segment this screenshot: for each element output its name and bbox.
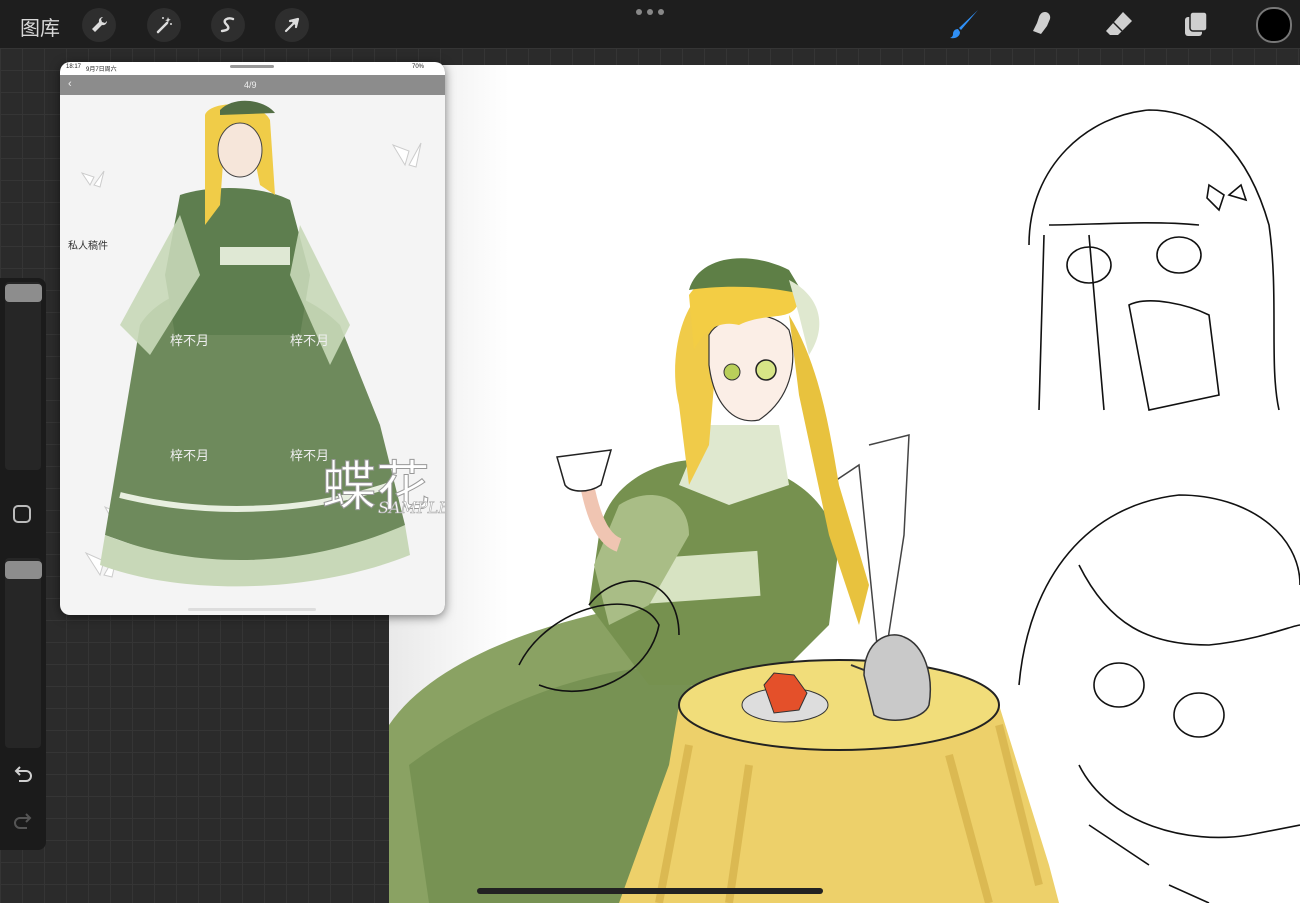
watermark-3: 梓不月 [170,448,209,463]
layers-button[interactable] [1177,6,1215,42]
sketch-portrait-2 [1018,494,1300,903]
reference-image: 私人稿件 梓不月 梓不月 梓不月 梓不月 蝶花 SAMPLE [60,95,445,615]
ref-tag: 私人稿件 [68,239,108,252]
transform-button[interactable] [275,8,309,42]
page-counter: 4/9 [244,80,257,90]
artwork [389,109,1300,903]
magic-wand-icon [156,17,172,34]
opacity-slider[interactable] [5,558,41,748]
sample-text: SAMPLE [378,498,445,517]
actions-button[interactable] [82,8,116,42]
selection-button[interactable] [211,8,245,42]
reference-window[interactable]: 18:17 9月7日周六 70% ‹ 4/9 私人稿件 梓不月 梓不月 梓不月 … [60,62,445,615]
brush-size-slider[interactable] [5,282,41,470]
layers-icon [1185,11,1208,36]
brush-size-thumb[interactable] [5,284,42,302]
top-toolbar: 图库 [0,0,1300,48]
table-top [678,659,1000,751]
face [708,314,794,422]
modify-button[interactable] [13,505,31,523]
eraser-icon [1106,12,1132,35]
brush-tool-button[interactable] [946,6,984,42]
teapot [863,634,931,721]
reference-home-indicator [188,608,316,611]
reference-illustration: 私人稿件 梓不月 梓不月 梓不月 梓不月 蝶花 SAMPLE [68,100,445,587]
left-sidebar [0,278,46,850]
redo-icon[interactable] [11,810,35,834]
smudge-tool-button[interactable] [1023,6,1061,42]
color-picker-swatch[interactable] [1256,7,1292,43]
drag-handle[interactable] [230,65,274,68]
transform-arrow-icon [284,17,300,33]
monocle [755,359,777,381]
back-chevron-icon[interactable]: ‹ [68,78,72,90]
reference-nav-bar: ‹ 4/9 [60,75,445,95]
eraser-tool-button[interactable] [1100,6,1138,42]
more-options-icon[interactable] [636,9,664,17]
sketch-portrait-1 [1028,109,1280,411]
home-indicator [477,888,823,894]
selection-icon [220,17,235,33]
watermark-2: 梓不月 [290,333,329,348]
brush-icon [950,10,978,39]
drawing-canvas[interactable] [389,65,1300,903]
wrench-icon [92,16,108,32]
smudge-icon [1033,12,1051,34]
adjustments-button[interactable] [147,8,181,42]
undo-icon[interactable] [11,763,35,787]
status-time: 18:17 [66,64,82,70]
status-bar: 18:17 9月7日周六 70% [60,62,445,75]
watermark-1: 梓不月 [170,333,209,348]
gallery-button[interactable]: 图库 [20,12,60,41]
status-date: 9月7日周六 [86,67,117,73]
teacup [556,449,613,492]
battery-level: 70% [412,64,425,70]
opacity-thumb[interactable] [5,561,42,579]
